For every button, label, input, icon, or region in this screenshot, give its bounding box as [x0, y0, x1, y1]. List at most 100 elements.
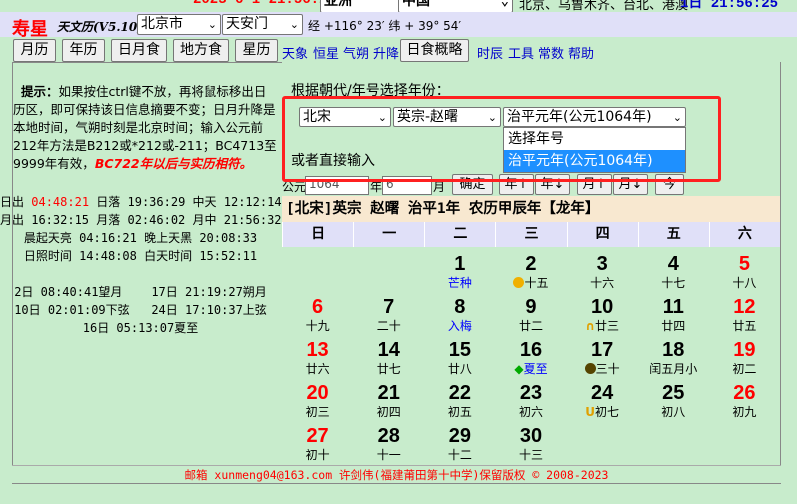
- app-logo: 寿星: [12, 19, 48, 40]
- day-number: 8: [454, 296, 466, 318]
- place-select[interactable]: 天安门 ⌄: [222, 14, 303, 35]
- day-number: 9: [525, 296, 537, 318]
- link-stars[interactable]: 恒星: [313, 43, 339, 62]
- eclipse-overview-button[interactable]: 日食概略: [400, 39, 469, 62]
- twilight-line: 晨起天亮 04:16:21 晚上天黑 20:08:33: [23, 231, 258, 245]
- local-eclipse-button[interactable]: 地方食: [173, 39, 229, 62]
- lunar-text: 廿四: [661, 319, 686, 333]
- day-cell[interactable]: 23 初六: [495, 382, 566, 425]
- lunar-date: 十二: [424, 447, 495, 463]
- day-cell[interactable]: 4 十七: [638, 253, 709, 296]
- day-number: 10: [591, 296, 614, 318]
- chevron-down-icon: ⌄: [289, 18, 299, 31]
- lunar-text: 廿五: [732, 319, 757, 333]
- lunar-date: 廿二: [495, 318, 566, 334]
- day-cell[interactable]: 20 初三: [282, 382, 353, 425]
- lunar-text: 闰五月小: [649, 362, 698, 376]
- tip-warning: BC722年以后与实历相符。: [94, 156, 253, 171]
- link-constants[interactable]: 常数: [538, 43, 564, 62]
- day-cell[interactable]: 5 十八: [709, 253, 780, 296]
- day-cell[interactable]: 19 初二: [709, 339, 780, 382]
- day-number: 24: [591, 382, 614, 404]
- day-number: 15: [448, 339, 471, 361]
- solstice-icon: ◆: [514, 362, 524, 376]
- day-cell[interactable]: 9 廿二: [495, 296, 566, 339]
- lunar-date: 十六: [567, 275, 638, 291]
- day-number: 18: [662, 339, 685, 361]
- day-number: 2: [525, 253, 537, 275]
- year-calendar-button[interactable]: 年历: [62, 39, 105, 62]
- link-help[interactable]: 帮助: [568, 43, 594, 62]
- day-cell[interactable]: 8 入梅: [424, 296, 495, 339]
- weekday-5: 五: [637, 222, 709, 247]
- day-cell[interactable]: 11 廿四: [638, 296, 709, 339]
- day-number: 20: [306, 382, 329, 404]
- day-cell[interactable]: 7 二十: [353, 296, 424, 339]
- link-terms[interactable]: 气朔: [343, 43, 369, 62]
- lunar-text: 十六: [590, 276, 615, 290]
- day-cell: [353, 253, 424, 296]
- day-cell[interactable]: 25 初八: [638, 382, 709, 425]
- day-cell[interactable]: 17 三十: [567, 339, 638, 382]
- daylight-line: 日照时间 14:48:08 白天时间 15:52:11: [23, 249, 258, 263]
- lunar-date: U初七: [567, 404, 638, 420]
- day-cell[interactable]: 6 十九: [282, 296, 353, 339]
- day-number: 17: [591, 339, 614, 361]
- country-value: 中国: [402, 0, 430, 10]
- calendar-title: [北宋]英宗 赵曙 治平1年 农历甲辰年【龙年】: [282, 196, 780, 222]
- day-cell[interactable]: 18 闰五月小: [638, 339, 709, 382]
- local-time: 1日 21:56:25: [680, 0, 779, 12]
- link-hours[interactable]: 时辰: [477, 43, 503, 62]
- weekday-0: 日: [282, 222, 353, 247]
- day-number: 5: [738, 253, 750, 275]
- lunar-text: 芒种: [447, 276, 472, 290]
- link-tools[interactable]: 工具: [508, 43, 534, 62]
- app-subtitle: 天文历(V5.10): [57, 20, 143, 34]
- day-cell[interactable]: 10 ∩廿三: [567, 296, 638, 339]
- lunar-date: 二十: [353, 318, 424, 334]
- link-rise-set[interactable]: 升降: [373, 43, 399, 62]
- ephemeris-button[interactable]: 星历: [235, 39, 278, 62]
- day-number: 22: [448, 382, 471, 404]
- lunar-text: 十二: [447, 448, 472, 462]
- day-number: 27: [306, 425, 329, 447]
- day-number: 7: [383, 296, 395, 318]
- lunar-text: 初四: [376, 405, 401, 419]
- lunar-text: 初六: [518, 405, 543, 419]
- top-status-row: 2023-6-1 21:56:25 亚洲⌄ 中国⌄ 北京、乌鲁木齐、台北、港澳 …: [0, 0, 797, 13]
- day-cell[interactable]: 3 十六: [567, 253, 638, 296]
- day-number: 4: [667, 253, 679, 275]
- lunar-date: 入梅: [424, 318, 495, 334]
- day-cell[interactable]: 15 廿八: [424, 339, 495, 382]
- day-cell[interactable]: 16 ◆夏至: [495, 339, 566, 382]
- lunar-text: 初十: [305, 448, 330, 462]
- day-cell[interactable]: 30 十三: [495, 425, 566, 468]
- day-cell[interactable]: 26 初九: [709, 382, 780, 425]
- calendar-grid: 1 芒种 2 十五 3 十六 4 十七 5 十八 6 十九 7 二十 8 入梅 9 廿二 10 ∩廿三 11 廿四 12 廿五…: [282, 247, 780, 468]
- day-cell[interactable]: 14 廿七: [353, 339, 424, 382]
- day-cell[interactable]: 13 廿六: [282, 339, 353, 382]
- link-celestial[interactable]: 天象: [282, 43, 308, 62]
- day-cell[interactable]: 29 十二: [424, 425, 495, 468]
- month-calendar-button[interactable]: 月历: [13, 39, 56, 62]
- lunar-date: 初五: [424, 404, 495, 420]
- day-cell[interactable]: 2 十五: [495, 253, 566, 296]
- lunar-date: 闰五月小: [638, 361, 709, 377]
- lunar-date: 初八: [638, 404, 709, 420]
- day-cell[interactable]: 24 U初七: [567, 382, 638, 425]
- lunar-date: 十七: [638, 275, 709, 291]
- day-number: 30: [519, 425, 543, 447]
- city-select[interactable]: 北京市 ⌄: [137, 14, 221, 35]
- day-cell[interactable]: 22 初五: [424, 382, 495, 425]
- lunar-text: 初九: [732, 405, 757, 419]
- day-cell[interactable]: 27 初十: [282, 425, 353, 468]
- lunar-date: ◆夏至: [495, 361, 566, 377]
- day-number: 23: [519, 382, 543, 404]
- eclipse-button[interactable]: 日月食: [111, 39, 167, 62]
- day-cell[interactable]: 28 十一: [353, 425, 424, 468]
- day-cell[interactable]: 12 廿五: [709, 296, 780, 339]
- lunar-text: 初七: [595, 405, 620, 419]
- day-cell[interactable]: 1 芒种: [424, 253, 495, 296]
- day-cell[interactable]: 21 初四: [353, 382, 424, 425]
- lunar-date: 三十: [567, 361, 638, 377]
